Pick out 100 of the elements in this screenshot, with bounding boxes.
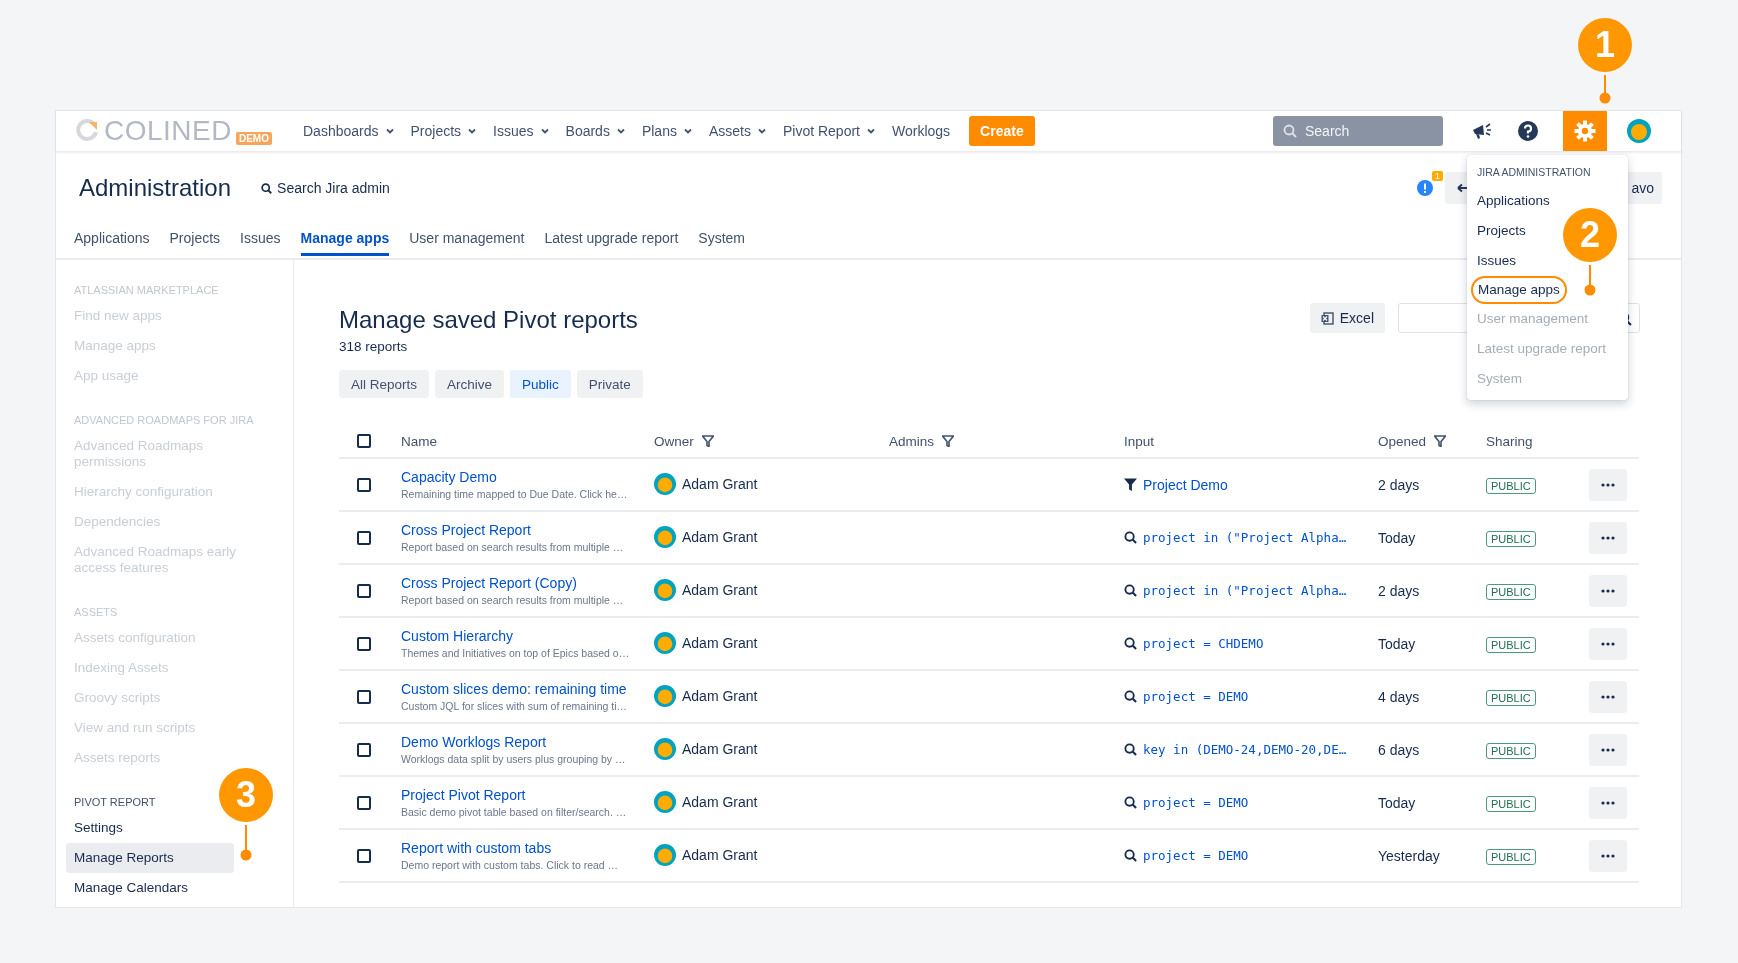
column-header[interactable]: Name — [401, 433, 437, 449]
more-button[interactable] — [1588, 627, 1627, 660]
search-icon — [1124, 531, 1137, 544]
callout-badge: 1 — [1578, 18, 1632, 72]
opened-time: Yesterday — [1378, 847, 1440, 864]
filter-link[interactable]: Project Demo — [1143, 476, 1228, 493]
query-link[interactable]: project = DEMO — [1143, 848, 1249, 863]
filter-icon[interactable] — [1434, 435, 1447, 447]
sharing-lozenge: PUBLIC — [1486, 636, 1536, 653]
nav-menu-item[interactable]: Pivot Report — [782, 123, 876, 139]
query-link[interactable]: project = DEMO — [1143, 689, 1249, 704]
filter-tab[interactable]: Archive — [435, 370, 505, 398]
logo-badge: DEMO — [235, 131, 272, 145]
admin-tab[interactable]: Manage apps — [300, 224, 390, 256]
sidebar-item[interactable]: Settings — [74, 813, 133, 843]
report-link[interactable]: Cross Project Report — [401, 522, 646, 538]
checkbox[interactable] — [357, 433, 371, 448]
report-list-title: Manage saved Pivot reports — [339, 306, 638, 334]
more-button[interactable] — [1588, 680, 1627, 713]
checkbox[interactable] — [357, 795, 371, 810]
nav-menu-item[interactable]: Worklogs — [892, 123, 951, 139]
megaphone-icon[interactable] — [1471, 121, 1493, 141]
chevron-down-icon[interactable] — [682, 126, 693, 136]
filter-tab[interactable]: Private — [576, 370, 643, 398]
avatar-icon — [654, 631, 676, 654]
query-link[interactable]: key in (DEMO-24,DEMO-20,DE… — [1143, 742, 1347, 757]
report-link[interactable]: Custom Hierarchy — [401, 628, 646, 644]
dropdown-item[interactable]: Projects — [1467, 216, 1536, 246]
checkbox[interactable] — [357, 689, 371, 704]
admin-tab[interactable]: User management — [409, 224, 525, 256]
chevron-down-icon[interactable] — [384, 126, 395, 136]
query-link[interactable]: project in ("Project Alpha… — [1143, 583, 1347, 598]
nav-menu-item[interactable]: Dashboards — [303, 123, 395, 139]
filter-icon[interactable] — [942, 435, 954, 447]
nav-menu-item[interactable]: Plans — [641, 123, 693, 139]
more-button[interactable] — [1588, 468, 1627, 501]
checkbox[interactable] — [357, 583, 371, 598]
notification-badge: 1 — [1432, 171, 1443, 181]
search-field[interactable]: Search — [1273, 116, 1443, 146]
chevron-down-icon[interactable] — [467, 126, 478, 136]
dropdown-item[interactable]: Manage apps — [1471, 276, 1567, 304]
checkbox[interactable] — [357, 477, 371, 492]
help-icon[interactable] — [1517, 120, 1539, 142]
report-link[interactable]: Custom slices demo: remaining time — [401, 681, 646, 697]
admin-tab[interactable]: Latest upgrade report — [544, 224, 679, 256]
filter-tab[interactable]: All Reports — [339, 370, 430, 398]
admin-search-link[interactable]: Search Jira admin — [261, 180, 390, 196]
report-link[interactable]: Cross Project Report (Copy) — [401, 575, 646, 591]
arrow-left-icon — [1457, 183, 1469, 193]
filter-icon[interactable] — [701, 435, 714, 447]
admin-tab[interactable]: Projects — [169, 224, 221, 256]
checkbox[interactable] — [357, 848, 371, 863]
checkbox[interactable] — [357, 742, 371, 757]
dropdown-item[interactable]: Applications — [1467, 186, 1560, 216]
admin-tab[interactable]: Issues — [240, 224, 281, 256]
excel-export-button[interactable]: Excel — [1309, 303, 1385, 333]
column-header[interactable]: Owner — [654, 433, 714, 449]
column-header[interactable]: Input — [1124, 433, 1155, 449]
more-button[interactable] — [1588, 574, 1627, 607]
query-link[interactable]: project in ("Project Alpha… — [1143, 530, 1347, 545]
query-link[interactable]: project = CHDEMO — [1143, 636, 1264, 651]
sharing-lozenge: PUBLIC — [1486, 530, 1536, 547]
sidebar-item[interactable]: Manage Reports — [66, 843, 234, 873]
column-header[interactable]: Opened — [1378, 433, 1447, 449]
search-icon — [1124, 743, 1137, 756]
checkbox[interactable] — [357, 530, 371, 545]
nav-menu-item[interactable]: Boards — [565, 123, 626, 139]
more-button[interactable] — [1588, 521, 1627, 554]
logo-icon — [74, 118, 100, 144]
admin-tab[interactable]: Applications — [74, 224, 150, 256]
report-description: Basic demo pivot table based on filter/search. … — [401, 806, 628, 818]
filter-tab[interactable]: Public — [510, 370, 571, 398]
dropdown-item[interactable]: Issues — [1467, 246, 1527, 276]
nav-menu-item[interactable]: Projects — [410, 123, 478, 139]
more-icon — [1600, 482, 1615, 487]
chevron-down-icon[interactable] — [756, 126, 767, 136]
more-button[interactable] — [1588, 786, 1627, 819]
chevron-down-icon[interactable] — [615, 126, 626, 136]
avatar-icon[interactable] — [1627, 119, 1651, 143]
report-link[interactable]: Demo Worklogs Report — [401, 734, 646, 750]
report-link[interactable]: Project Pivot Report — [401, 787, 646, 803]
more-button[interactable] — [1588, 733, 1627, 766]
column-header[interactable]: Admins — [889, 433, 954, 449]
search-icon — [1124, 584, 1137, 597]
query-link[interactable]: project = DEMO — [1143, 795, 1249, 810]
sidebar-item[interactable]: Manage Calendars — [74, 873, 199, 903]
more-icon — [1600, 747, 1615, 752]
report-link[interactable]: Report with custom tabs — [401, 840, 646, 856]
more-button[interactable] — [1588, 839, 1627, 872]
nav-menu-item[interactable]: Assets — [708, 123, 767, 139]
checkbox[interactable] — [357, 636, 371, 651]
sharing-lozenge: PUBLIC — [1486, 477, 1536, 494]
nav-menu-item[interactable]: Issues — [493, 123, 550, 139]
info-icon[interactable] — [1417, 180, 1433, 196]
avatar-icon — [654, 578, 676, 601]
admin-tab[interactable]: System — [698, 224, 745, 256]
report-link[interactable]: Capacity Demo — [401, 469, 646, 485]
chevron-down-icon[interactable] — [539, 126, 550, 136]
column-header[interactable]: Sharing — [1486, 433, 1533, 449]
chevron-down-icon[interactable] — [866, 126, 876, 136]
